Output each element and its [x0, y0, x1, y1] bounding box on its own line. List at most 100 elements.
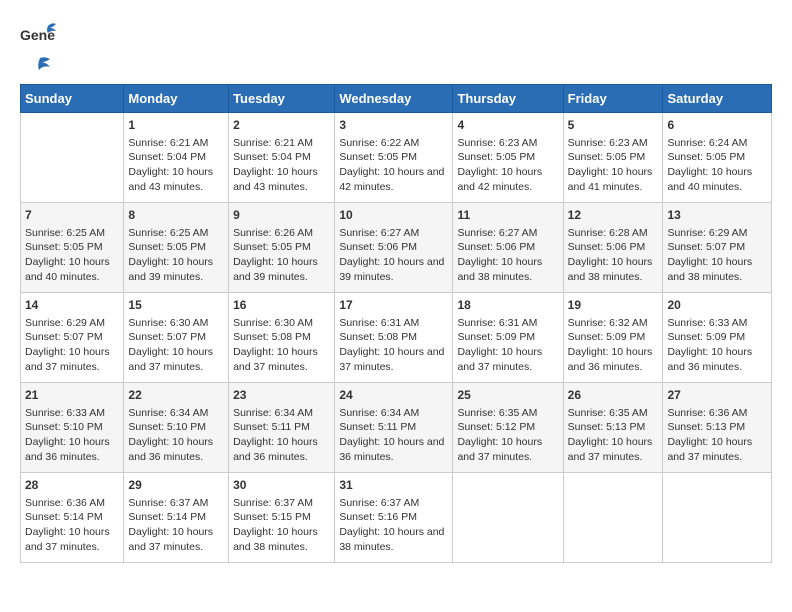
calendar-cell: [453, 473, 563, 563]
day-number: 23: [233, 387, 330, 404]
page-header: General: [20, 20, 772, 74]
day-number: 19: [568, 297, 659, 314]
day-number: 13: [667, 207, 767, 224]
calendar-table: SundayMondayTuesdayWednesdayThursdayFrid…: [20, 84, 772, 563]
calendar-cell: 3 Sunrise: 6:22 AMSunset: 5:05 PMDaylight…: [335, 113, 453, 203]
day-info: Sunrise: 6:37 AMSunset: 5:15 PMDaylight:…: [233, 496, 330, 555]
calendar-week-row: 21 Sunrise: 6:33 AMSunset: 5:10 PMDayligh…: [21, 383, 772, 473]
day-number: 21: [25, 387, 119, 404]
day-number: 1: [128, 117, 224, 134]
day-info: Sunrise: 6:32 AMSunset: 5:09 PMDaylight:…: [568, 316, 659, 375]
day-info: Sunrise: 6:37 AMSunset: 5:14 PMDaylight:…: [128, 496, 224, 555]
weekday-header-wednesday: Wednesday: [335, 85, 453, 113]
logo: General: [20, 20, 56, 74]
day-info: Sunrise: 6:36 AMSunset: 5:13 PMDaylight:…: [667, 406, 767, 465]
day-info: Sunrise: 6:36 AMSunset: 5:14 PMDaylight:…: [25, 496, 119, 555]
day-number: 29: [128, 477, 224, 494]
day-number: 18: [457, 297, 558, 314]
calendar-cell: 14 Sunrise: 6:29 AMSunset: 5:07 PMDayligh…: [21, 293, 124, 383]
day-number: 12: [568, 207, 659, 224]
calendar-cell: 7 Sunrise: 6:25 AMSunset: 5:05 PMDaylight…: [21, 203, 124, 293]
calendar-cell: 2Sunrise: 6:21 AMSunset: 5:04 PMDaylight…: [229, 113, 335, 203]
calendar-cell: [21, 113, 124, 203]
calendar-cell: 30 Sunrise: 6:37 AMSunset: 5:15 PMDayligh…: [229, 473, 335, 563]
calendar-week-row: 7 Sunrise: 6:25 AMSunset: 5:05 PMDaylight…: [21, 203, 772, 293]
calendar-cell: 4 Sunrise: 6:23 AMSunset: 5:05 PMDaylight…: [453, 113, 563, 203]
day-info: Sunrise: 6:33 AMSunset: 5:10 PMDaylight:…: [25, 406, 119, 465]
calendar-cell: 12 Sunrise: 6:28 AMSunset: 5:06 PMDayligh…: [563, 203, 663, 293]
calendar-cell: [663, 473, 772, 563]
day-number: 7: [25, 207, 119, 224]
day-info: Sunrise: 6:26 AMSunset: 5:05 PMDaylight:…: [233, 226, 330, 285]
weekday-header-row: SundayMondayTuesdayWednesdayThursdayFrid…: [21, 85, 772, 113]
calendar-cell: 13 Sunrise: 6:29 AMSunset: 5:07 PMDayligh…: [663, 203, 772, 293]
day-info: Sunrise: 6:29 AMSunset: 5:07 PMDaylight:…: [667, 226, 767, 285]
day-number: 22: [128, 387, 224, 404]
day-info: Sunrise: 6:34 AMSunset: 5:11 PMDaylight:…: [233, 406, 330, 465]
day-info: Sunrise: 6:28 AMSunset: 5:06 PMDaylight:…: [568, 226, 659, 285]
logo-bird-icon: [22, 56, 52, 74]
day-info: Sunrise: 6:29 AMSunset: 5:07 PMDaylight:…: [25, 316, 119, 375]
calendar-cell: 18 Sunrise: 6:31 AMSunset: 5:09 PMDayligh…: [453, 293, 563, 383]
calendar-cell: 17 Sunrise: 6:31 AMSunset: 5:08 PMDayligh…: [335, 293, 453, 383]
calendar-cell: 20 Sunrise: 6:33 AMSunset: 5:09 PMDayligh…: [663, 293, 772, 383]
day-info: Sunrise: 6:30 AMSunset: 5:07 PMDaylight:…: [128, 316, 224, 375]
day-info: Sunrise: 6:22 AMSunset: 5:05 PMDaylight:…: [339, 136, 448, 195]
day-info: Sunrise: 6:31 AMSunset: 5:09 PMDaylight:…: [457, 316, 558, 375]
weekday-header-tuesday: Tuesday: [229, 85, 335, 113]
day-number: 3: [339, 117, 448, 134]
day-number: 31: [339, 477, 448, 494]
day-number: 11: [457, 207, 558, 224]
calendar-cell: 19 Sunrise: 6:32 AMSunset: 5:09 PMDayligh…: [563, 293, 663, 383]
calendar-week-row: 28 Sunrise: 6:36 AMSunset: 5:14 PMDayligh…: [21, 473, 772, 563]
day-info: Sunrise: 6:24 AMSunset: 5:05 PMDaylight:…: [667, 136, 767, 195]
day-number: 10: [339, 207, 448, 224]
day-number: 27: [667, 387, 767, 404]
weekday-header-friday: Friday: [563, 85, 663, 113]
day-info: Sunrise: 6:34 AMSunset: 5:11 PMDaylight:…: [339, 406, 448, 465]
day-info: Sunrise: 6:27 AMSunset: 5:06 PMDaylight:…: [457, 226, 558, 285]
day-number: 25: [457, 387, 558, 404]
day-info: Sunrise: 6:31 AMSunset: 5:08 PMDaylight:…: [339, 316, 448, 375]
day-info: Sunrise: 6:27 AMSunset: 5:06 PMDaylight:…: [339, 226, 448, 285]
calendar-cell: 25 Sunrise: 6:35 AMSunset: 5:12 PMDayligh…: [453, 383, 563, 473]
day-info: Sunrise: 6:23 AMSunset: 5:05 PMDaylight:…: [568, 136, 659, 195]
calendar-cell: 8Sunrise: 6:25 AMSunset: 5:05 PMDaylight…: [124, 203, 229, 293]
day-number: 28: [25, 477, 119, 494]
weekday-header-saturday: Saturday: [663, 85, 772, 113]
calendar-cell: 28 Sunrise: 6:36 AMSunset: 5:14 PMDayligh…: [21, 473, 124, 563]
day-info: Sunrise: 6:25 AMSunset: 5:05 PMDaylight:…: [25, 226, 119, 285]
calendar-week-row: 1 Sunrise: 6:21 AMSunset: 5:04 PMDaylight…: [21, 113, 772, 203]
weekday-header-thursday: Thursday: [453, 85, 563, 113]
day-info: Sunrise: 6:35 AMSunset: 5:12 PMDaylight:…: [457, 406, 558, 465]
day-info: Sunrise: 6:37 AMSunset: 5:16 PMDaylight:…: [339, 496, 448, 555]
day-number: 20: [667, 297, 767, 314]
day-number: 15: [128, 297, 224, 314]
calendar-cell: 6 Sunrise: 6:24 AMSunset: 5:05 PMDaylight…: [663, 113, 772, 203]
day-info: Sunrise: 6:21 AMSunset: 5:04 PMDaylight:…: [128, 136, 224, 195]
calendar-cell: 10 Sunrise: 6:27 AMSunset: 5:06 PMDayligh…: [335, 203, 453, 293]
day-info: Sunrise: 6:33 AMSunset: 5:09 PMDaylight:…: [667, 316, 767, 375]
calendar-cell: 24 Sunrise: 6:34 AMSunset: 5:11 PMDayligh…: [335, 383, 453, 473]
day-info: Sunrise: 6:23 AMSunset: 5:05 PMDaylight:…: [457, 136, 558, 195]
day-number: 24: [339, 387, 448, 404]
day-number: 6: [667, 117, 767, 134]
day-number: 8: [128, 207, 224, 224]
calendar-cell: 11 Sunrise: 6:27 AMSunset: 5:06 PMDayligh…: [453, 203, 563, 293]
day-number: 5: [568, 117, 659, 134]
day-number: 26: [568, 387, 659, 404]
calendar-cell: 21 Sunrise: 6:33 AMSunset: 5:10 PMDayligh…: [21, 383, 124, 473]
day-number: 16: [233, 297, 330, 314]
day-number: 30: [233, 477, 330, 494]
weekday-header-monday: Monday: [124, 85, 229, 113]
calendar-cell: 26Sunrise: 6:35 AMSunset: 5:13 PMDayligh…: [563, 383, 663, 473]
calendar-cell: [563, 473, 663, 563]
day-number: 14: [25, 297, 119, 314]
day-number: 17: [339, 297, 448, 314]
calendar-cell: 29 Sunrise: 6:37 AMSunset: 5:14 PMDayligh…: [124, 473, 229, 563]
day-number: 2: [233, 117, 330, 134]
calendar-cell: 15 Sunrise: 6:30 AMSunset: 5:07 PMDayligh…: [124, 293, 229, 383]
weekday-header-sunday: Sunday: [21, 85, 124, 113]
day-number: 4: [457, 117, 558, 134]
calendar-cell: 31 Sunrise: 6:37 AMSunset: 5:16 PMDayligh…: [335, 473, 453, 563]
